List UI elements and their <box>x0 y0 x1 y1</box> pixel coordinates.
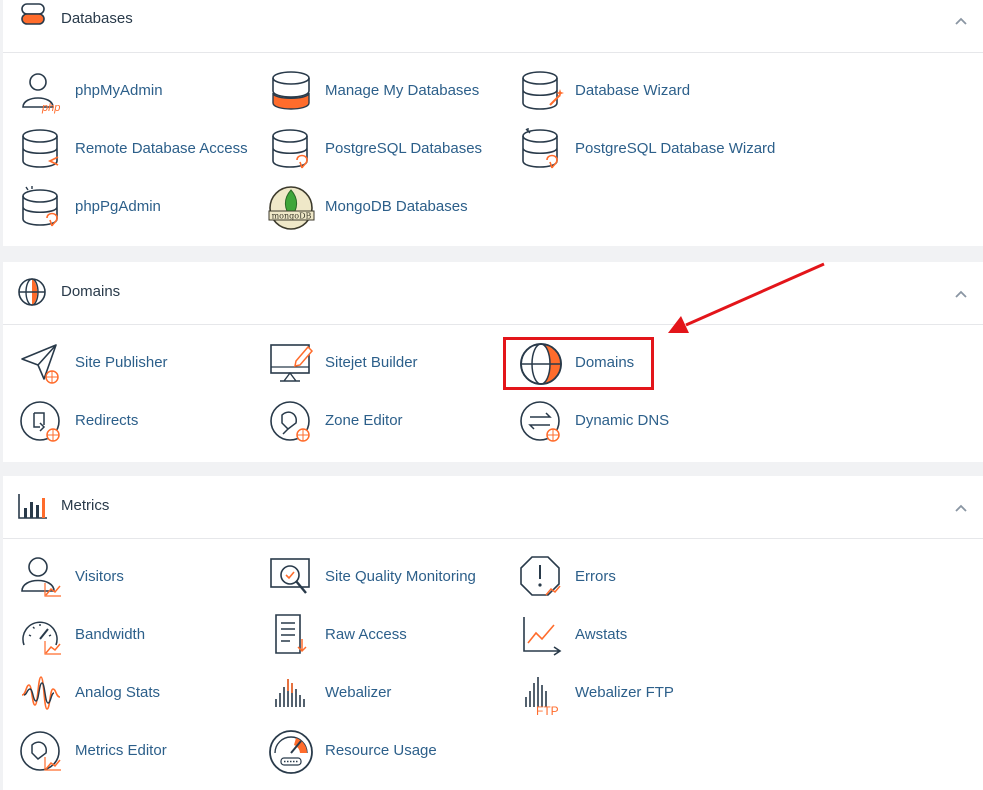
webalizer-icon <box>270 671 316 717</box>
tool-label: Site Publisher <box>75 354 168 371</box>
visitors-icon <box>20 555 66 601</box>
tool-label: Dynamic DNS <box>575 412 670 429</box>
cpanel-tools-page: Databases php phpMyAdmin Manage My Datab… <box>0 0 983 790</box>
metrics-header[interactable]: Metrics <box>3 476 983 539</box>
tool-redirects[interactable]: Redirects <box>20 399 240 445</box>
ftp-icon-text: FTP <box>536 704 559 717</box>
tool-label: Redirects <box>75 412 139 429</box>
tool-dynamic-dns[interactable]: Dynamic DNS <box>520 399 740 445</box>
tool-label: Sitejet Builder <box>325 354 418 371</box>
tool-label: phpPgAdmin <box>75 198 161 215</box>
postgresql-wizard-icon <box>520 127 566 173</box>
tool-sitejet-builder[interactable]: Sitejet Builder <box>270 341 490 387</box>
collapse-chevron-icon[interactable] <box>953 500 969 516</box>
tool-label: Webalizer FTP <box>575 684 674 701</box>
tool-label: Awstats <box>575 626 628 643</box>
tool-zone-editor[interactable]: Zone Editor <box>270 399 490 445</box>
tool-label: Metrics Editor <box>75 742 167 759</box>
analog-stats-icon <box>20 671 66 717</box>
site-publisher-icon <box>20 341 66 387</box>
tool-manage-my-databases[interactable]: Manage My Databases <box>270 69 490 115</box>
highlight-box <box>503 337 654 390</box>
postgresql-databases-icon <box>270 127 316 173</box>
collapse-chevron-icon[interactable] <box>953 286 969 302</box>
tool-bandwidth[interactable]: Bandwidth <box>20 613 240 659</box>
tool-label: phpMyAdmin <box>75 82 163 99</box>
tool-metrics-editor[interactable]: Metrics Editor <box>20 729 240 775</box>
tool-database-wizard[interactable]: Database Wizard <box>520 69 740 115</box>
phpmyadmin-icon: php <box>20 69 66 115</box>
zone-editor-icon <box>270 399 316 445</box>
awstats-icon <box>520 613 566 659</box>
tool-label: Database Wizard <box>575 82 691 99</box>
tool-visitors[interactable]: Visitors <box>20 555 240 601</box>
section-title: Metrics <box>61 497 110 514</box>
svg-text:php: php <box>41 102 60 114</box>
section-title: Domains <box>61 283 121 300</box>
section-title: Databases <box>61 10 133 27</box>
tool-label: Resource Usage <box>325 742 437 759</box>
tool-label: Bandwidth <box>75 626 146 643</box>
tool-label: Zone Editor <box>325 412 403 429</box>
tool-label: Manage My Databases <box>325 82 480 99</box>
manage-databases-icon <box>270 69 316 115</box>
metrics-editor-icon <box>20 729 66 775</box>
tool-label: Visitors <box>75 568 124 585</box>
database-icon <box>17 2 49 34</box>
tool-raw-access[interactable]: Raw Access <box>270 613 490 659</box>
tool-label: Webalizer <box>325 684 392 701</box>
tool-label: Raw Access <box>325 626 407 643</box>
tool-phppgadmin[interactable]: phpPgAdmin <box>20 185 240 231</box>
tool-phpmyadmin[interactable]: php phpMyAdmin <box>20 69 240 115</box>
tool-postgresql-database-wizard[interactable]: PostgreSQL Database Wizard <box>520 127 780 173</box>
tool-site-quality-monitoring[interactable]: Site Quality Monitoring <box>270 555 500 601</box>
tool-webalizer-ftp[interactable]: FTP Webalizer FTP <box>520 671 740 717</box>
bar-chart-icon <box>17 490 49 522</box>
tool-label: Errors <box>575 568 616 585</box>
phppgadmin-icon <box>20 185 66 231</box>
tool-label: MongoDB Databases <box>325 198 468 215</box>
mongodb-icon: mongoDB <box>268 185 315 231</box>
tool-mongodb-databases[interactable]: mongoDB MongoDB Databases <box>268 185 488 231</box>
globe-icon <box>17 277 49 309</box>
tool-label: Remote Database Access <box>75 140 248 157</box>
tool-label: Site Quality Monitoring <box>325 568 476 585</box>
tool-label: PostgreSQL Databases <box>325 140 483 157</box>
sitejet-builder-icon <box>270 341 316 387</box>
webalizer-ftp-icon: FTP <box>520 671 566 717</box>
database-wizard-icon <box>520 69 566 115</box>
tool-postgresql-databases[interactable]: PostgreSQL Databases <box>270 127 490 173</box>
collapse-chevron-icon[interactable] <box>953 13 969 29</box>
remote-database-icon <box>20 127 66 173</box>
tool-label: PostgreSQL Database Wizard <box>575 140 776 157</box>
redirects-icon <box>20 399 66 445</box>
mongodb-icon-text: mongoDB <box>272 212 312 221</box>
raw-access-icon <box>270 613 316 659</box>
errors-icon <box>520 555 566 601</box>
tool-resource-usage[interactable]: Resource Usage <box>268 729 488 775</box>
databases-header[interactable]: Databases <box>3 0 983 53</box>
tool-errors[interactable]: Errors <box>520 555 720 601</box>
tool-awstats[interactable]: Awstats <box>520 613 720 659</box>
tool-label: Analog Stats <box>75 684 161 701</box>
bandwidth-icon <box>20 613 66 659</box>
domains-header[interactable]: Domains <box>3 262 983 325</box>
tool-webalizer[interactable]: Webalizer <box>270 671 490 717</box>
site-quality-icon <box>270 555 316 601</box>
tool-analog-stats[interactable]: Analog Stats <box>20 671 240 717</box>
resource-usage-icon <box>268 729 314 775</box>
tool-site-publisher[interactable]: Site Publisher <box>20 341 240 387</box>
tool-remote-database-access[interactable]: Remote Database Access <box>20 127 260 173</box>
dynamic-dns-icon <box>520 399 566 445</box>
